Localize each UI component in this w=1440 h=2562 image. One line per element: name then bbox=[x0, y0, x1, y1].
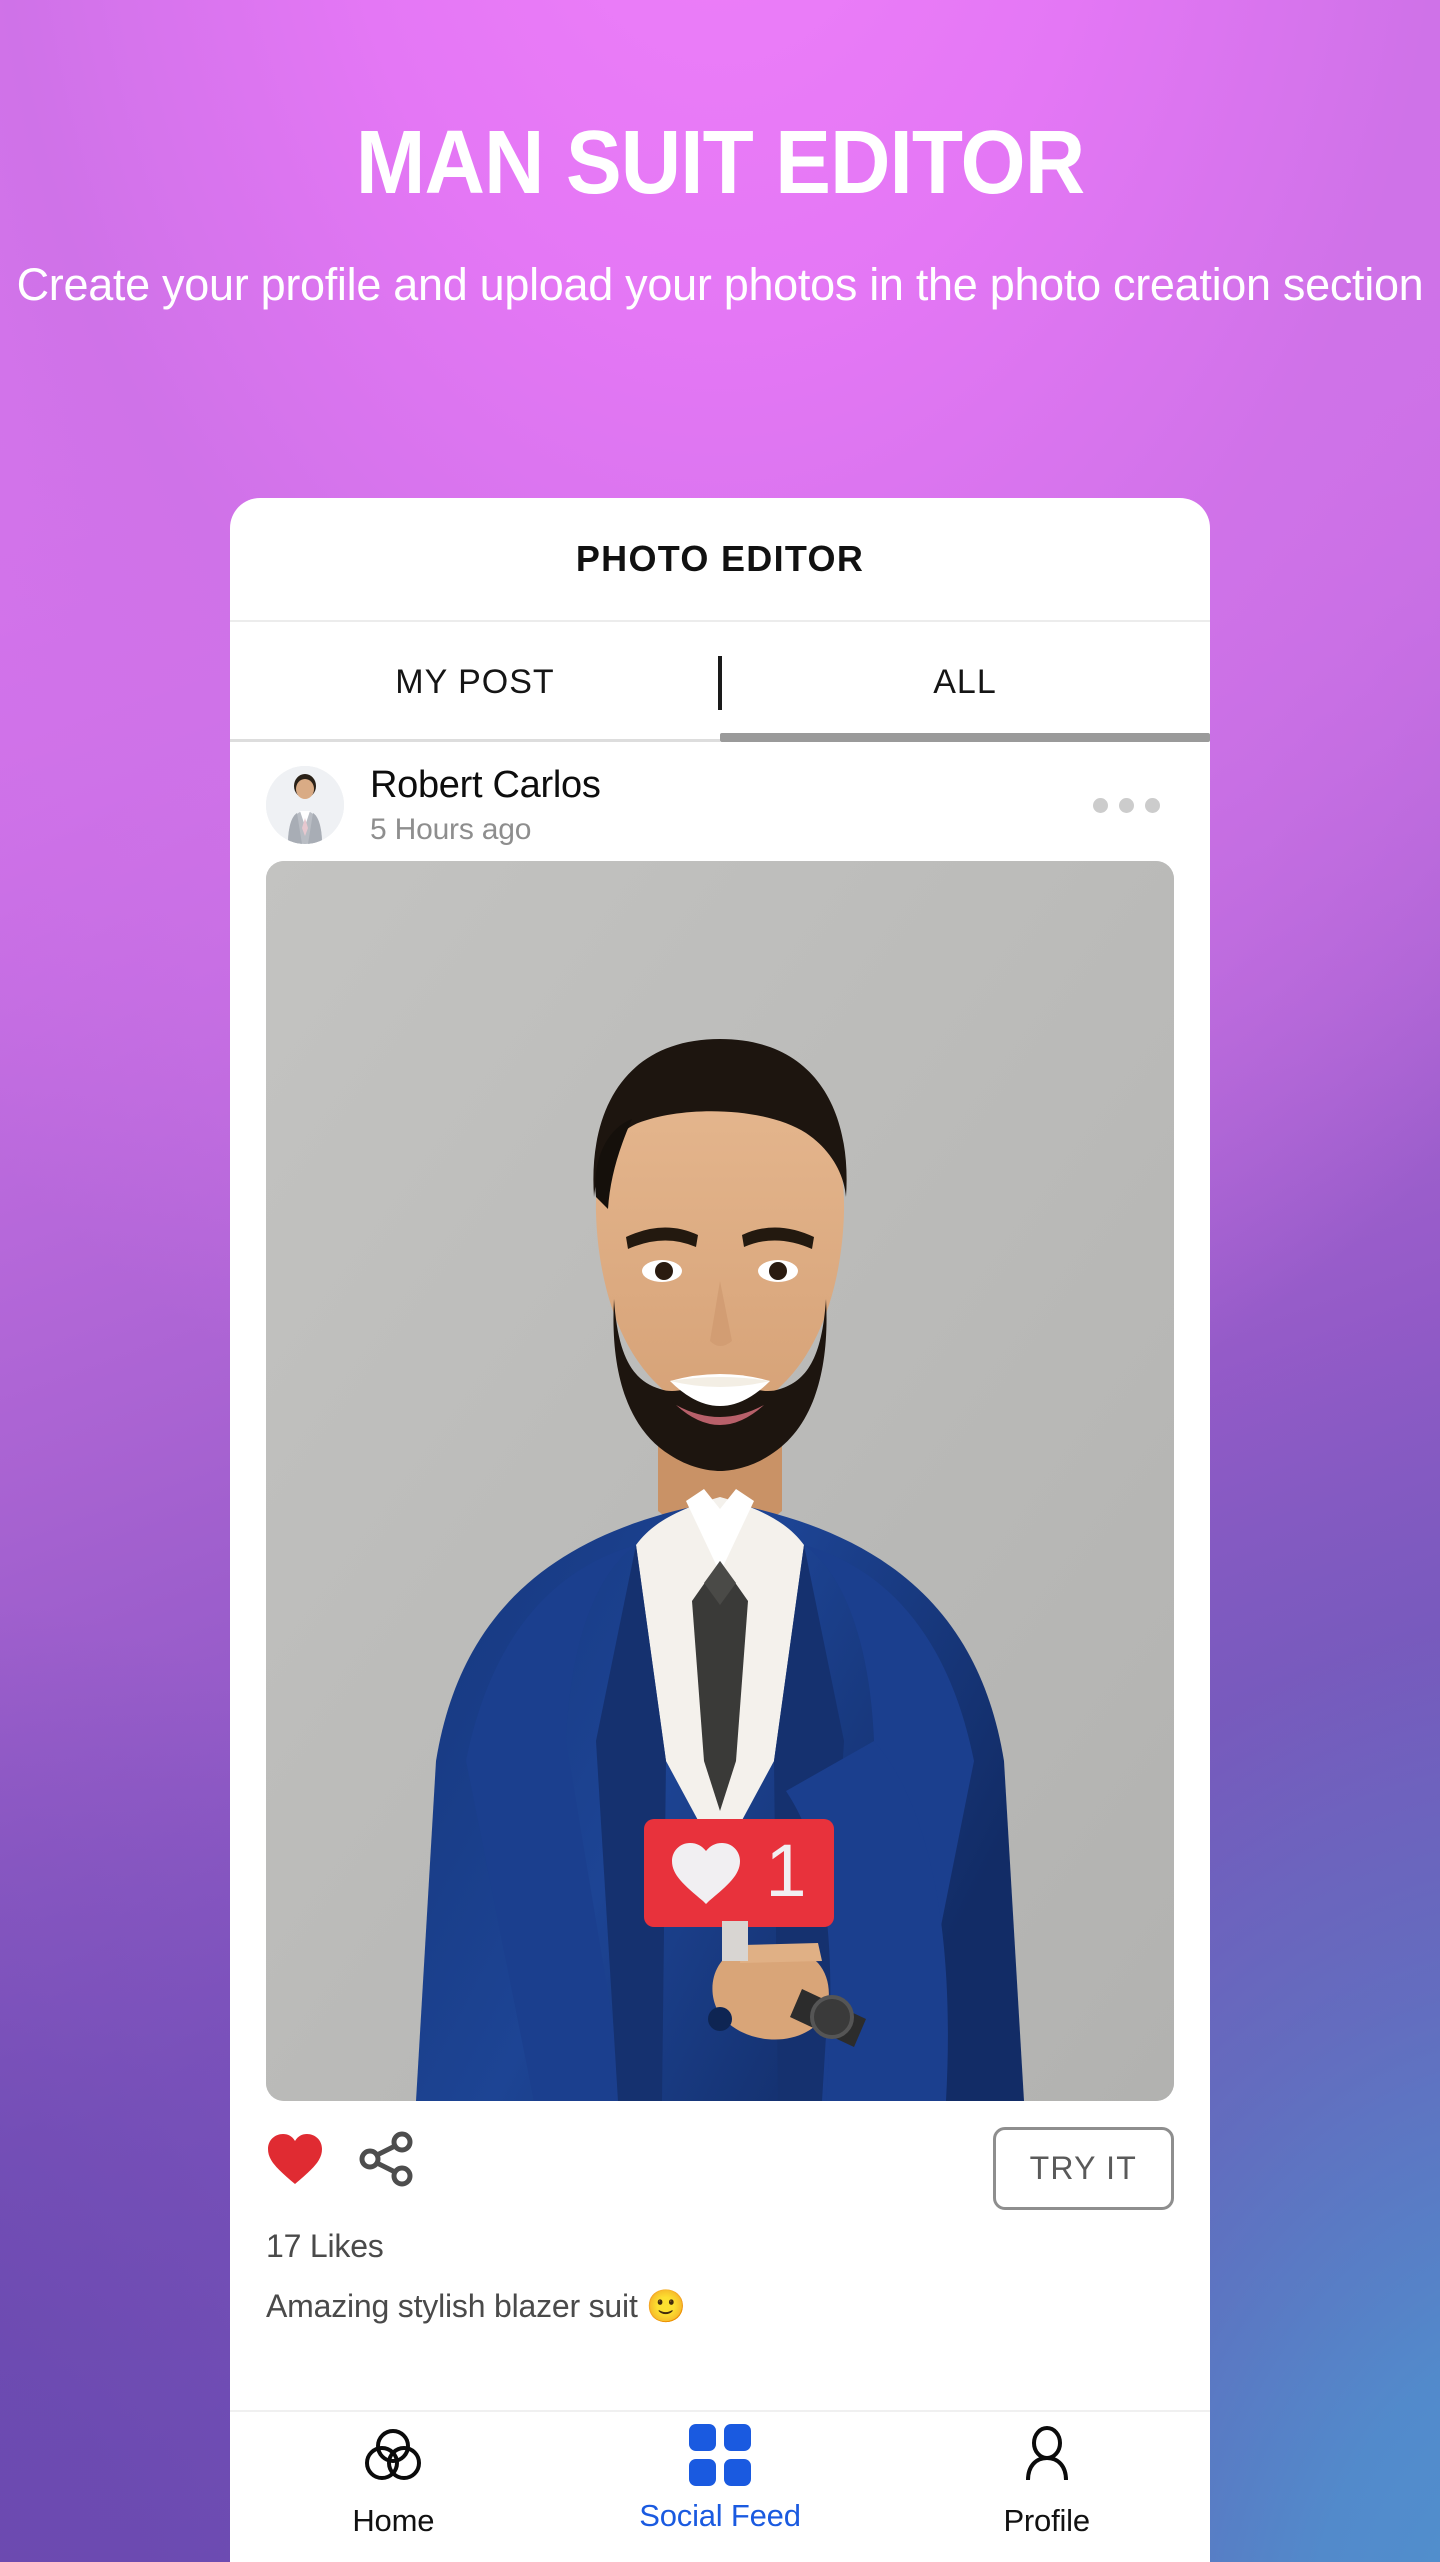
three-circles-icon bbox=[362, 2424, 424, 2491]
tab-all-label: ALL bbox=[933, 662, 997, 701]
post-meta: Robert Carlos 5 Hours ago bbox=[370, 764, 1093, 847]
page-subtitle: Create your profile and upload your phot… bbox=[16, 259, 1424, 310]
heart-filled-icon[interactable] bbox=[266, 2132, 324, 2186]
svg-text:1: 1 bbox=[765, 1829, 806, 1912]
dot bbox=[1145, 797, 1160, 813]
nav-item-social-feed[interactable]: Social Feed bbox=[557, 2424, 884, 2534]
post-photo-wrap: 1 bbox=[230, 860, 1210, 2101]
tab-my-post-label: MY POST bbox=[395, 662, 555, 701]
hero-section: MAN SUIT EDITOR Create your profile and … bbox=[0, 0, 1440, 314]
grid-cell bbox=[724, 2459, 751, 2486]
post-actions: TRY IT bbox=[230, 2101, 1210, 2210]
app-header-title: PHOTO EDITOR bbox=[230, 498, 1210, 622]
app-screenshot-card: PHOTO EDITOR MY POST ALL Robert Carlos 5… bbox=[230, 498, 1210, 2562]
grid-cell bbox=[689, 2459, 716, 2486]
tab-bar: MY POST ALL bbox=[230, 622, 1210, 742]
grid-icon bbox=[689, 2424, 751, 2486]
post-header: Robert Carlos 5 Hours ago bbox=[230, 742, 1210, 861]
man-in-navy-suit-photo[interactable]: 1 bbox=[266, 860, 1174, 2101]
post-author-name: Robert Carlos bbox=[370, 764, 601, 806]
dot bbox=[1093, 797, 1108, 813]
post-caption: Amazing stylish blazer suit 🙂 bbox=[266, 2287, 686, 2324]
tab-divider bbox=[718, 656, 722, 710]
nav-item-home[interactable]: Home bbox=[230, 2424, 557, 2539]
grid-cell bbox=[689, 2424, 716, 2451]
avatar[interactable] bbox=[266, 766, 344, 845]
nav-label-home: Home bbox=[352, 2503, 435, 2538]
likes-count: 17 Likes bbox=[266, 2227, 384, 2264]
nav-item-profile[interactable]: Profile bbox=[883, 2424, 1210, 2539]
person-icon bbox=[1016, 2424, 1078, 2491]
dot bbox=[1119, 797, 1134, 813]
nav-label-profile: Profile bbox=[1003, 2503, 1090, 2538]
nav-label-social-feed: Social Feed bbox=[639, 2498, 801, 2533]
share-icon[interactable] bbox=[358, 2131, 414, 2187]
tab-all[interactable]: ALL bbox=[720, 622, 1210, 742]
bottom-nav: Home Social Feed Profile bbox=[230, 2410, 1210, 2562]
post-action-icons bbox=[266, 2131, 414, 2187]
tab-my-post[interactable]: MY POST bbox=[230, 622, 720, 742]
try-it-button[interactable]: TRY IT bbox=[992, 2126, 1174, 2210]
more-horizontal-icon[interactable] bbox=[1093, 797, 1174, 813]
post-timestamp: 5 Hours ago bbox=[370, 812, 532, 846]
page-title: MAN SUIT EDITOR bbox=[355, 113, 1085, 213]
grid-cell bbox=[724, 2424, 751, 2451]
